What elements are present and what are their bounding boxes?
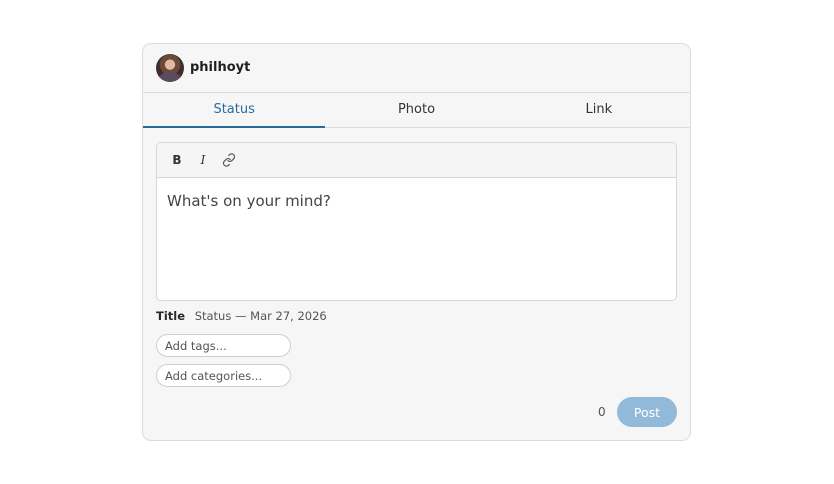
composer-card: philhoyt Status Photo Link B I What's on… <box>142 43 691 441</box>
tab-photo[interactable]: Photo <box>325 93 507 127</box>
bold-button[interactable]: B <box>167 150 187 170</box>
link-icon <box>222 153 236 167</box>
editor-text-area[interactable]: What's on your mind? <box>157 178 676 300</box>
post-button[interactable]: Post <box>617 397 677 427</box>
tab-status[interactable]: Status <box>143 93 326 128</box>
link-button[interactable] <box>219 150 239 170</box>
character-count: 0 <box>598 405 606 419</box>
italic-button[interactable]: I <box>193 150 213 170</box>
tags-input[interactable] <box>156 334 291 357</box>
editor-toolbar: B I <box>157 143 676 178</box>
post-editor: B I What's on your mind? <box>156 142 677 301</box>
title-row: Title Status — Mar 27, 2026 <box>156 309 327 323</box>
avatar <box>156 54 184 82</box>
title-label: Title <box>156 309 186 323</box>
title-value[interactable]: Status — Mar 27, 2026 <box>195 309 327 323</box>
username: philhoyt <box>190 60 251 75</box>
categories-input[interactable] <box>156 364 291 387</box>
composer-header: philhoyt <box>143 44 690 93</box>
tab-link[interactable]: Link <box>508 93 690 127</box>
post-type-tabs: Status Photo Link <box>143 93 690 128</box>
editor-placeholder: What's on your mind? <box>167 192 331 210</box>
